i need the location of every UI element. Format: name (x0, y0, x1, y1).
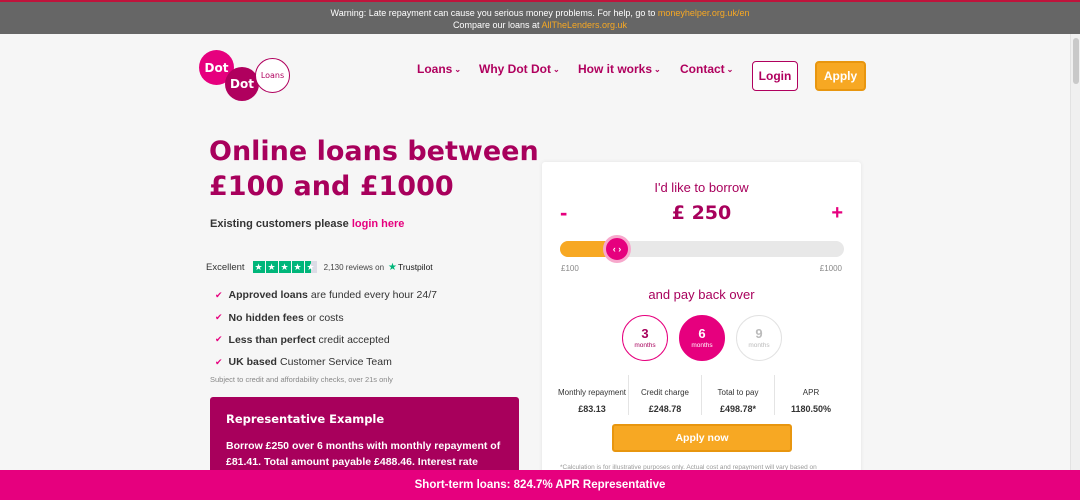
representative-example-box: Representative Example Borrow £250 over … (210, 397, 519, 477)
slider-min-label: £100 (561, 264, 579, 273)
nav-item-why-dot-dot[interactable]: Why Dot Dot ⌄ (479, 62, 560, 76)
list-item: ✔ No hidden fees or costs (215, 311, 344, 324)
term-option-9-months[interactable]: 9 months (736, 315, 782, 361)
check-icon: ✔ (215, 289, 223, 300)
star-icon: ★ (265, 261, 278, 273)
term-options: 3 months 6 months 9 months (622, 315, 793, 361)
warning-line-2: Compare our loans at AllTheLenders.org.u… (452, 20, 628, 30)
slider-max-label: £1000 (819, 264, 842, 273)
existing-customers-text: Existing customers please login here (210, 218, 405, 230)
login-here-link[interactable]: login here (352, 218, 405, 230)
summary-monthly-repayment: Monthly repayment £83.13 (557, 388, 627, 414)
representative-text: Borrow £250 over 6 months with monthly r… (226, 440, 501, 468)
dotdot-logo[interactable]: Dot Dot Loans (199, 50, 291, 101)
apply-header-button[interactable]: Apply (815, 61, 866, 91)
decrease-amount-button[interactable]: - (560, 201, 567, 225)
trustpilot-rating-word: Excellent (206, 261, 245, 273)
check-icon: ✔ (215, 334, 223, 345)
slider-handle[interactable]: ‹ › (603, 235, 631, 263)
page-scrollbar[interactable] (1070, 34, 1080, 470)
increase-amount-button[interactable]: + (831, 201, 843, 225)
representative-title: Representative Example (226, 412, 385, 426)
term-option-6-months[interactable]: 6 months (679, 315, 725, 361)
trustpilot-review-count: 2,130 reviews on (323, 262, 385, 272)
logo-circle-dot-2: Dot (225, 67, 259, 101)
star-icon: ★ (252, 261, 265, 273)
apply-now-button[interactable]: Apply now (612, 424, 792, 452)
amount-row: £ 250 - + (542, 201, 861, 225)
scrollbar-thumb[interactable] (1073, 38, 1079, 84)
summary-credit-charge: Credit charge £248.78 (628, 375, 701, 415)
trustpilot-star-icon: ★ (388, 261, 398, 273)
trustpilot-widget[interactable]: Excellent ★ ★ ★ ★ ★ 2,130 reviews on ★Tr… (206, 261, 433, 273)
star-icon: ★ (278, 261, 291, 273)
summary-apr: APR 1180.50% (774, 375, 847, 415)
borrow-amount: £ 250 (671, 202, 732, 224)
trustpilot-brand: ★Trustpilot (388, 261, 433, 273)
chevron-down-icon: ⌄ (552, 65, 560, 74)
list-item: ✔ Approved loans are funded every hour 24/… (215, 289, 437, 302)
moneyhelper-link[interactable]: moneyhelper.org.uk/en (658, 8, 750, 18)
payback-label: and pay back over (648, 287, 755, 302)
trustpilot-stars: ★ ★ ★ ★ ★ (252, 261, 318, 273)
logo-circle-loans: Loans (255, 58, 290, 93)
amount-slider[interactable]: ‹ › (560, 235, 844, 263)
chevron-down-icon: ⌄ (654, 65, 661, 74)
page-title: Online loans between £100 and £1000 (209, 136, 539, 202)
star-half-icon: ★ (304, 261, 317, 273)
nav-item-loans[interactable]: Loans ⌄ (417, 62, 461, 76)
feature-list: ✔ Approved loans are funded every hour 24/… (215, 284, 437, 374)
check-icon: ✔ (215, 312, 223, 323)
loan-calculator: I'd like to borrow £ 250 - + ‹ › £100 £1… (542, 162, 861, 478)
alllenders-link[interactable]: AllTheLenders.org.uk (542, 20, 628, 30)
term-option-3-months[interactable]: 3 months (622, 315, 668, 361)
chevron-down-icon: ⌄ (454, 65, 462, 74)
list-item: ✔ Less than perfect credit accepted (215, 333, 390, 346)
nav-item-how-it-works[interactable]: How it works ⌄ (578, 62, 661, 76)
warning-banner: Warning: Late repayment can cause you se… (0, 0, 1080, 34)
subject-note: Subject to credit and affordability chec… (210, 375, 393, 384)
summary-total-to-pay: Total to pay £498.78* (701, 375, 774, 415)
warning-line-1: Warning: Late repayment can cause you se… (330, 8, 750, 18)
login-button[interactable]: Login (752, 61, 798, 91)
star-icon: ★ (291, 261, 304, 273)
apr-banner: Short-term loans: 824.7% APR Representat… (0, 470, 1080, 500)
check-icon: ✔ (215, 356, 223, 367)
chevron-down-icon: ⌄ (726, 65, 734, 74)
nav-item-contact[interactable]: Contact ⌄ (680, 62, 733, 76)
list-item: ✔ UK based Customer Service Team (215, 356, 392, 369)
repayment-summary: Monthly repayment £83.13 Credit charge £24… (556, 375, 847, 415)
borrow-label: I'd like to borrow (654, 180, 749, 195)
